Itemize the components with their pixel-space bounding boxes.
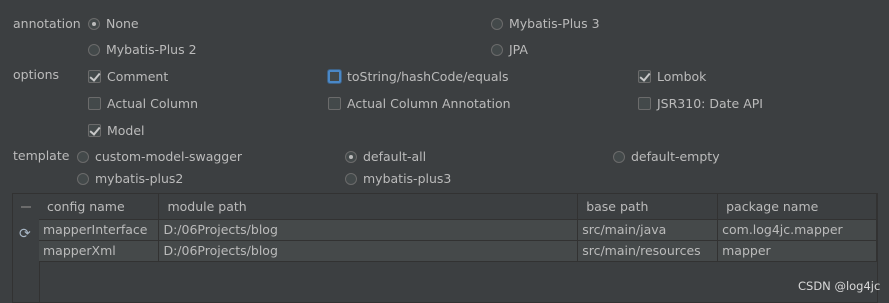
annotation-none-radio[interactable]: None [88,16,139,31]
radio-indicator[interactable] [491,17,503,30]
annotation-mybatis-plus-2-radio[interactable]: Mybatis-Plus 2 [88,42,197,57]
checkbox-indicator[interactable] [638,70,651,83]
annotation-mybatis-plus-2-label: Mybatis-Plus 2 [106,42,197,57]
template-mybatis-plus3-radio[interactable]: mybatis-plus3 [345,171,451,186]
column-header[interactable]: config name [39,194,160,220]
annotation-mybatis-plus-3-radio[interactable]: Mybatis-Plus 3 [491,16,600,31]
table-cell[interactable]: D:/06Projects/blog [158,240,579,262]
radio-indicator[interactable] [77,150,89,163]
template-default-all-radio[interactable]: default-all [345,149,426,164]
annotation-mybatis-plus-3-label: Mybatis-Plus 3 [509,16,600,31]
option-actual-column-checkbox[interactable]: Actual Column [88,96,198,111]
table-row[interactable]: mapperInterface D:/06Projects/blog src/m… [39,219,877,241]
table-cell[interactable]: mapper [717,240,877,262]
table-cell[interactable]: src/main/java [577,219,719,241]
config-table-panel: ⟳ config name module path base path pack… [12,193,878,303]
options-label: options [13,67,60,82]
template-custom-model-swagger-radio[interactable]: custom-model-swagger [77,149,242,164]
checkbox-indicator[interactable] [328,70,341,83]
table-cell[interactable]: D:/06Projects/blog [158,219,579,241]
checkbox-indicator[interactable] [88,70,101,83]
table-row[interactable]: mapperXml D:/06Projects/blog src/main/re… [39,240,877,262]
annotation-label: annotation [13,16,81,31]
option-actual-column-label: Actual Column [107,96,199,111]
option-tostring-checkbox[interactable]: toString/hashCode/equals [328,69,509,84]
template-label: template [13,148,70,163]
template-default-all-label: default-all [363,149,427,164]
template-default-empty-radio[interactable]: default-empty [613,149,720,164]
table-cell[interactable]: mapperXml [39,240,160,262]
watermark: CSDN @log4jc [798,279,881,293]
radio-indicator[interactable] [613,150,625,163]
option-comment-label: Comment [107,69,169,84]
table-cell[interactable]: mapperInterface [39,219,160,241]
radio-indicator[interactable] [491,43,503,56]
radio-indicator[interactable] [88,17,100,30]
template-mybatis-plus2-radio[interactable]: mybatis-plus2 [77,171,183,186]
checkbox-indicator[interactable] [88,97,101,110]
template-mybatis-plus3-label: mybatis-plus3 [363,171,452,186]
template-default-empty-label: default-empty [631,149,720,164]
annotation-jpa-radio[interactable]: JPA [491,42,528,57]
option-lombok-label: Lombok [657,69,707,84]
annotation-none-label: None [106,16,139,31]
table-cell[interactable]: com.log4jc.mapper [717,219,877,241]
template-custom-model-swagger-label: custom-model-swagger [95,149,243,164]
radio-indicator[interactable] [88,43,100,56]
option-jsr310-checkbox[interactable]: JSR310: Date API [638,96,763,111]
option-actual-column-annotation-label: Actual Column Annotation [347,96,511,111]
option-comment-checkbox[interactable]: Comment [88,69,168,84]
option-actual-column-annotation-checkbox[interactable]: Actual Column Annotation [328,96,511,111]
column-header[interactable]: module path [158,194,579,220]
option-model-label: Model [107,123,145,138]
config-table: config name module path base path packag… [39,194,877,262]
radio-indicator[interactable] [77,172,89,185]
table-header-row: config name module path base path packag… [39,194,877,220]
checkbox-indicator[interactable] [88,124,101,137]
option-jsr310-label: JSR310: Date API [657,96,763,111]
option-model-checkbox[interactable]: Model [88,123,145,138]
annotation-jpa-label: JPA [509,42,528,57]
refresh-icon[interactable]: ⟳ [19,227,31,241]
radio-indicator[interactable] [345,150,357,163]
option-tostring-label: toString/hashCode/equals [347,69,509,84]
radio-indicator[interactable] [345,172,357,185]
column-header[interactable]: base path [577,194,719,220]
template-mybatis-plus2-label: mybatis-plus2 [95,171,184,186]
option-lombok-checkbox[interactable]: Lombok [638,69,706,84]
remove-icon[interactable] [21,206,31,208]
table-cell[interactable]: src/main/resources [577,240,719,262]
table-toolbar: ⟳ [13,194,40,302]
column-header[interactable]: package name [717,194,877,220]
checkbox-indicator[interactable] [328,97,341,110]
checkbox-indicator[interactable] [638,97,651,110]
